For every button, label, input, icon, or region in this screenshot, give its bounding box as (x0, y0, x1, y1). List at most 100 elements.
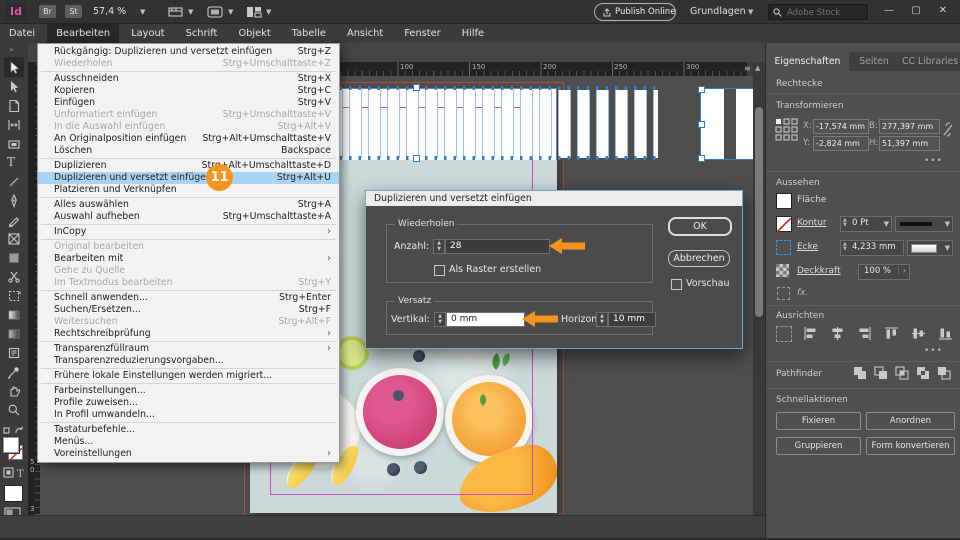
opacity-combo[interactable]: 100 % › (858, 264, 910, 280)
chevron-down-icon[interactable]: ▼ (884, 220, 889, 228)
height-field[interactable]: 51,397 mm (879, 136, 940, 151)
menu-item-incopy[interactable]: InCopy (38, 226, 339, 238)
horizontal-stepper[interactable]: ▲ ▼ (596, 312, 608, 327)
vertical-scrollbar[interactable]: ▲ (753, 62, 765, 515)
note-tool[interactable] (7, 345, 21, 359)
gradient-feather-tool[interactable] (7, 326, 21, 340)
pathfinder-exclude-icon[interactable] (915, 365, 931, 381)
align-more-options[interactable]: ••• (924, 346, 943, 356)
selection-handle[interactable] (698, 86, 705, 93)
tab-seiten[interactable]: Seiten (849, 52, 899, 71)
stroke-weight-combo[interactable]: ▲ ▼ 0 Pt ▼ (840, 216, 892, 232)
screen-mode-icon[interactable] (207, 6, 223, 18)
selection-handle[interactable] (413, 84, 420, 91)
menu-item-paste[interactable]: Einfügen Strg+V (38, 97, 339, 109)
preview-checkbox[interactable] (671, 279, 682, 290)
align-center-vertical-icon[interactable] (911, 326, 926, 341)
menu-datei[interactable]: Datei (0, 24, 44, 43)
formatting-affects-icon[interactable]: T (3, 467, 25, 479)
menu-item-spelling[interactable]: Rechtschreibprüfung (38, 328, 339, 340)
workspace-chevron-icon[interactable]: ▼ (748, 8, 753, 16)
count-stepper[interactable]: ▲ ▼ (433, 239, 445, 254)
vertical-scrollbar-thumb[interactable] (755, 107, 763, 317)
menu-item-place-and-link[interactable]: Platzieren und Verknüpfen (38, 184, 339, 196)
stock-search-input[interactable] (785, 6, 867, 19)
pencil-tool[interactable] (7, 212, 21, 228)
fill-label[interactable]: Fläche (797, 195, 826, 205)
menu-objekt[interactable]: Objekt (229, 24, 279, 43)
menu-item-preferences[interactable]: Voreinstellungen (38, 448, 339, 460)
menu-ansicht[interactable]: Ansicht (338, 24, 392, 43)
dialog-title[interactable]: Duplizieren und versetzt einfügen (366, 191, 742, 206)
vertical-stepper[interactable]: ▲ ▼ (434, 312, 446, 327)
grid-checkbox[interactable] (434, 265, 445, 276)
apply-color-button[interactable] (4, 485, 23, 502)
menu-item-copy[interactable]: Kopieren Strg+C (38, 85, 339, 97)
arrange-documents-icon[interactable] (246, 6, 262, 18)
convert-shape-button[interactable]: Form konvertieren (866, 437, 955, 455)
content-collector-tool[interactable] (7, 136, 21, 150)
effects-fx-icon[interactable]: fx. (797, 288, 808, 298)
scroll-up-icon[interactable]: ▲ (755, 64, 760, 72)
corner-radius-combo[interactable]: ▲ ▼ 4,233 mm (840, 240, 904, 256)
count-field[interactable]: 28 (445, 239, 550, 254)
free-transform-tool[interactable] (7, 288, 21, 302)
corner-shape-combo[interactable]: ▼ (907, 240, 953, 256)
menu-item-quick-apply[interactable]: Schnell anwenden... Strg+Enter (38, 292, 339, 304)
toolbar-expand-icon[interactable]: » (9, 45, 14, 54)
minimize-button[interactable]: — (876, 0, 902, 22)
horizontal-field[interactable]: 10 mm (608, 312, 656, 327)
cancel-button[interactable]: Abbrechen (668, 250, 730, 267)
zoom-tool[interactable] (7, 402, 21, 416)
stock-search-box[interactable] (768, 4, 868, 20)
menu-hilfe[interactable]: Hilfe (453, 24, 493, 43)
arrange-documents-chevron-icon[interactable]: ▼ (266, 8, 271, 16)
selection-tool[interactable] (4, 57, 24, 77)
stroke-link[interactable]: Kontur (797, 218, 827, 228)
menu-item-paste-in-place[interactable]: An Originalposition einfügen Strg+Alt+Ums… (38, 133, 339, 145)
stepper-icons[interactable]: ▲ ▼ (843, 242, 847, 252)
opacity-link[interactable]: Deckkraft (797, 266, 841, 276)
menu-layout[interactable]: Layout (122, 24, 173, 43)
menu-item-clear[interactable]: Löschen Backspace (38, 145, 339, 157)
opacity-icon[interactable] (776, 264, 789, 277)
selection-handle[interactable] (698, 121, 705, 128)
frame-tool[interactable] (7, 231, 21, 245)
fill-swatch[interactable] (3, 437, 19, 453)
menu-fenster[interactable]: Fenster (395, 24, 449, 43)
direct-selection-tool[interactable] (7, 79, 21, 93)
menu-tabelle[interactable]: Tabelle (283, 24, 335, 43)
menu-item-duplicate[interactable]: Duplizieren Strg+Alt+Umschalttaste+D (38, 160, 339, 172)
pathfinder-add-icon[interactable] (852, 365, 868, 381)
menu-item-assign-profiles[interactable]: Profile zuweisen... (38, 397, 339, 409)
align-top-icon[interactable] (884, 326, 899, 341)
constrain-proportions-broken-link-icon[interactable] (942, 122, 954, 138)
corner-options-icon[interactable] (776, 240, 791, 255)
x-field[interactable]: -17,574 mm (813, 119, 869, 134)
opacity-flyout-icon[interactable]: › (897, 266, 906, 275)
arrange-button[interactable]: Anordnen (866, 412, 955, 430)
menu-item-keyboard-shortcuts[interactable]: Tastaturbefehle... (38, 424, 339, 436)
stroke-style-combo[interactable]: ▼ (895, 216, 953, 232)
publish-online-button[interactable]: Publish Online (594, 3, 676, 21)
chevron-down-icon[interactable]: ▼ (945, 244, 950, 252)
menu-item-convert-to-profile[interactable]: In Profil umwandeln... (38, 409, 339, 421)
menu-item-step-and-repeat[interactable]: Duplizieren und versetzt einfügen... Strg… (38, 164, 339, 191)
stepper-icons[interactable]: ▲ ▼ (843, 218, 847, 228)
y-field[interactable]: -2,824 mm (813, 136, 869, 151)
vertical-field[interactable]: 0 mm (446, 312, 525, 327)
corner-link[interactable]: Ecke (797, 242, 818, 252)
menu-item-transparency-blend-space[interactable]: Transparenzfüllraum (38, 343, 339, 355)
menu-item-select-all[interactable]: Alles auswählen Strg+A (38, 199, 339, 211)
menu-item-flattener-presets[interactable]: Transparenzreduzierungsvorgaben... (38, 355, 339, 367)
lock-button[interactable]: Fixieren (776, 412, 861, 430)
close-button[interactable]: ✕ (930, 0, 956, 22)
reference-point-proxy[interactable] (775, 118, 798, 141)
menu-item-undo[interactable]: Rückgängig: Duplizieren und versetzt ein… (38, 46, 339, 58)
fill-color-swatch[interactable] (776, 193, 792, 209)
zoom-chevron-icon[interactable]: ▼ (140, 8, 145, 16)
stroke-color-swatch[interactable] (776, 216, 792, 233)
screen-mode-chevron-icon[interactable]: ▼ (228, 8, 233, 16)
stock-button[interactable]: St (65, 5, 82, 18)
object-style-icon[interactable] (777, 287, 790, 300)
